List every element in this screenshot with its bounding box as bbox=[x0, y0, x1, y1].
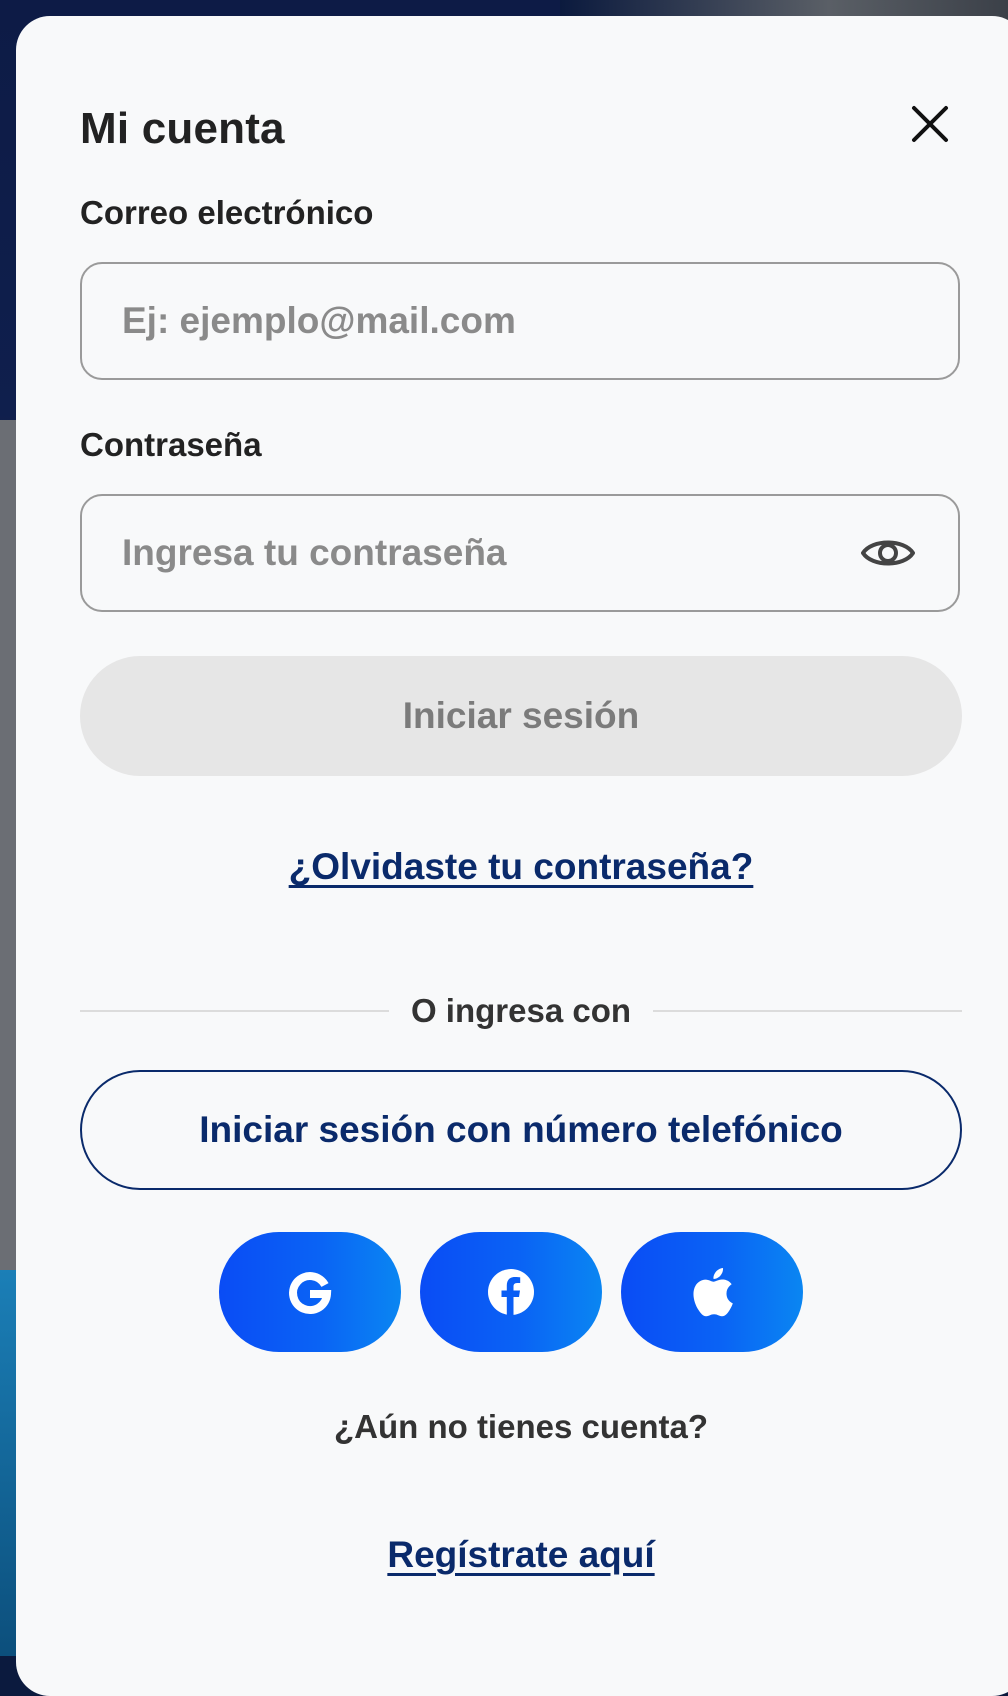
forgot-password-link[interactable]: ¿Olvidaste tu contraseña? bbox=[80, 846, 962, 888]
toggle-password-visibility-button[interactable] bbox=[858, 529, 918, 577]
facebook-icon bbox=[488, 1269, 534, 1315]
apple-icon bbox=[693, 1268, 733, 1317]
google-login-button[interactable] bbox=[219, 1232, 401, 1352]
password-label: Contraseña bbox=[80, 426, 262, 463]
apple-login-button[interactable] bbox=[621, 1232, 803, 1352]
login-button[interactable]: Iniciar sesión bbox=[80, 656, 962, 776]
facebook-login-button[interactable] bbox=[420, 1232, 602, 1352]
account-modal: Mi cuenta Correo electrónico Contraseña … bbox=[16, 16, 1008, 1696]
email-field-box bbox=[80, 262, 960, 380]
phone-login-button[interactable]: Iniciar sesión con número telefónico bbox=[80, 1070, 962, 1190]
password-input[interactable] bbox=[122, 496, 862, 610]
or-divider: O ingresa con bbox=[80, 986, 962, 1036]
close-button[interactable] bbox=[906, 100, 954, 148]
password-field-box bbox=[80, 494, 960, 612]
social-login-row bbox=[16, 1232, 1008, 1352]
close-icon bbox=[912, 106, 948, 142]
google-icon bbox=[289, 1272, 332, 1315]
register-link[interactable]: Regístrate aquí bbox=[80, 1534, 962, 1576]
no-account-text: ¿Aún no tienes cuenta? bbox=[333, 1408, 709, 1445]
email-input[interactable] bbox=[122, 264, 862, 378]
divider-line-right bbox=[653, 1010, 962, 1012]
eye-icon bbox=[861, 540, 915, 566]
divider-label: O ingresa con bbox=[410, 992, 632, 1029]
modal-title: Mi cuenta bbox=[80, 104, 285, 153]
email-label: Correo electrónico bbox=[80, 194, 374, 231]
divider-line-left bbox=[80, 1010, 389, 1012]
